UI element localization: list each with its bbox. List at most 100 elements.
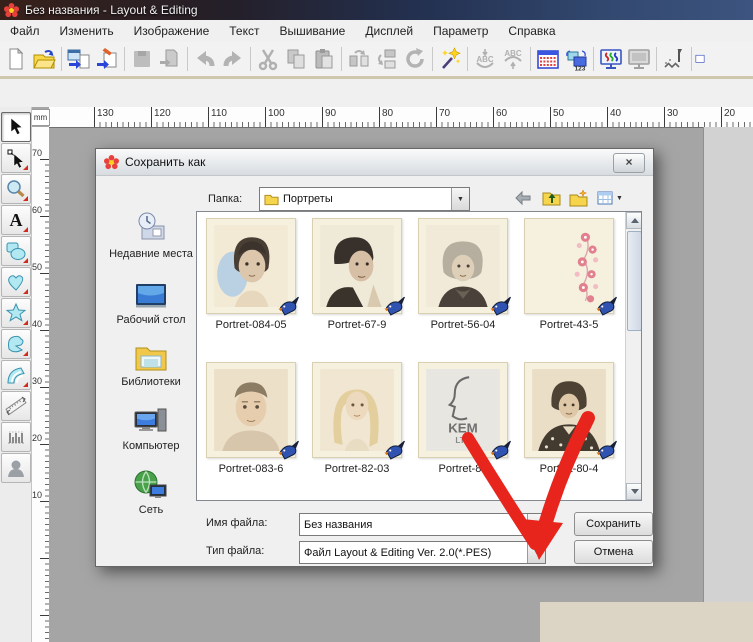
- sidebar-item-computer[interactable]: Компьютер: [106, 405, 196, 453]
- file-name: Portret-80-4: [517, 463, 621, 475]
- app-flower-icon: [4, 3, 19, 18]
- h-ruler-label: 90: [325, 108, 336, 119]
- file-item[interactable]: Portret-083-6: [199, 362, 303, 475]
- sewing-order-icon[interactable]: 123: [562, 45, 590, 73]
- flip-vertical-icon[interactable]: [373, 45, 401, 73]
- h-ruler-label: 40: [610, 108, 621, 119]
- outline-shape-tool-button[interactable]: [1, 329, 31, 359]
- new-design-icon[interactable]: [2, 45, 30, 73]
- text-tool-button[interactable]: A: [1, 205, 31, 235]
- sidebar-item-recent-places[interactable]: Недавние места: [106, 211, 196, 261]
- scroll-up-button[interactable]: [626, 212, 642, 229]
- file-item[interactable]: KEM LTD Portret-81: [411, 362, 515, 475]
- pes-bird-icon: [489, 439, 513, 460]
- menu-sew[interactable]: Вышивание: [269, 20, 355, 42]
- file-item[interactable]: Portret-56-04: [411, 218, 515, 331]
- v-ruler-label: 60: [32, 205, 42, 215]
- new-folder-button[interactable]: [569, 189, 588, 210]
- dialog-close-button[interactable]: ×: [613, 153, 645, 173]
- h-ruler-label: 20: [724, 108, 735, 119]
- measure-tool-button[interactable]: [1, 391, 31, 421]
- filename-value[interactable]: Без названия: [300, 519, 527, 531]
- cut-icon[interactable]: [254, 45, 282, 73]
- sewing-attributes-icon[interactable]: [534, 45, 562, 73]
- heart-shape-tool-button[interactable]: [1, 267, 31, 297]
- copy-icon[interactable]: [282, 45, 310, 73]
- zoom-tool-button[interactable]: [1, 174, 31, 204]
- pes-bird-icon: [277, 295, 301, 316]
- file-item[interactable]: Portret-67-9: [305, 218, 409, 331]
- sidebar-item-desktop[interactable]: Рабочий стол: [106, 281, 196, 327]
- screen-preview-icon[interactable]: [625, 45, 653, 73]
- filename-dropdown-button[interactable]: ▼: [527, 514, 545, 535]
- h-ruler-label: 110: [211, 108, 227, 119]
- import-to-layout-icon[interactable]: [65, 45, 93, 73]
- menu-option[interactable]: Параметр: [423, 20, 498, 42]
- file-item[interactable]: Portret-084-05: [199, 218, 303, 331]
- basic-shapes-tool-button[interactable]: [1, 236, 31, 266]
- realistic-view-icon[interactable]: [597, 45, 625, 73]
- new-folder-icon: [569, 189, 588, 207]
- text-fit-arc-up-icon[interactable]: ABC: [499, 45, 527, 73]
- scrollbar-thumb[interactable]: [627, 231, 642, 331]
- flyout-indicator: [23, 289, 28, 294]
- clipped-toolbar-icon[interactable]: [695, 45, 705, 73]
- menu-help[interactable]: Справка: [498, 20, 565, 42]
- star-shape-tool-button[interactable]: [1, 298, 31, 328]
- pes-bird-icon: [595, 439, 619, 460]
- paste-icon[interactable]: [310, 45, 338, 73]
- folder-dropdown-button[interactable]: ▼: [451, 188, 469, 210]
- flip-horizontal-icon[interactable]: [345, 45, 373, 73]
- menu-file[interactable]: Файл: [0, 20, 50, 42]
- export-icon[interactable]: [156, 45, 184, 73]
- scroll-down-button[interactable]: [626, 483, 642, 500]
- flyout-indicator: [23, 258, 28, 263]
- sidebar-item-network[interactable]: Сеть: [106, 469, 196, 517]
- import-image-icon[interactable]: [93, 45, 121, 73]
- menu-edit[interactable]: Изменить: [50, 20, 124, 42]
- flyout-indicator: [23, 351, 28, 356]
- redo-icon[interactable]: [219, 45, 247, 73]
- recent-places-icon: [133, 211, 169, 245]
- file-name: Portret-43-5: [517, 319, 621, 331]
- file-item[interactable]: Portret-80-4: [517, 362, 621, 475]
- point-edit-tool-button[interactable]: [1, 143, 31, 173]
- text-fit-arc-down-icon[interactable]: ABC: [471, 45, 499, 73]
- save-button[interactable]: Сохранить: [574, 512, 653, 536]
- menu-image[interactable]: Изображение: [124, 20, 220, 42]
- window-title: Без названия - Layout & Editing: [25, 3, 198, 17]
- sew-gauge-tool-button[interactable]: [1, 422, 31, 452]
- select-tool-button[interactable]: [1, 112, 31, 142]
- file-thumbnail: [312, 362, 402, 458]
- pes-bird-icon: [489, 295, 513, 316]
- up-one-level-button[interactable]: [542, 189, 561, 210]
- h-ruler-label: 120: [154, 108, 171, 119]
- filetype-dropdown-button[interactable]: ▼: [527, 542, 545, 563]
- cancel-button[interactable]: Отмена: [574, 540, 653, 564]
- filetype-combobox[interactable]: Файл Layout & Editing Ver. 2.0(*.PES) ▼: [299, 541, 546, 564]
- desktop-area: [540, 602, 753, 642]
- rotate-icon[interactable]: [401, 45, 429, 73]
- undo-icon[interactable]: [191, 45, 219, 73]
- triangle-down-icon: [631, 489, 639, 494]
- stitch-simulator-icon[interactable]: [660, 45, 688, 73]
- client-top-band: [0, 79, 753, 107]
- portrait-tool-button[interactable]: [1, 453, 31, 483]
- file-item[interactable]: Portret-43-5: [517, 218, 621, 331]
- save-icon[interactable]: [128, 45, 156, 73]
- menu-display[interactable]: Дисплей: [355, 20, 423, 42]
- file-list: Portret-084-05 Portret-67-9: [196, 211, 642, 501]
- image-to-stitch-wizard-icon[interactable]: [436, 45, 464, 73]
- file-list-scrollbar[interactable]: [625, 212, 642, 500]
- fan-shape-tool-button[interactable]: [1, 360, 31, 390]
- views-menu-button[interactable]: ▼: [597, 190, 623, 206]
- folder-combobox[interactable]: Портреты ▼: [259, 187, 470, 211]
- sidebar-item-libraries[interactable]: Библиотеки: [106, 341, 196, 389]
- filename-combobox[interactable]: Без названия ▼: [299, 513, 546, 536]
- file-item[interactable]: Portret-82-03: [305, 362, 409, 475]
- save-as-dialog: Сохранить как × Папка: Портреты ▼ ▼ Неда…: [95, 148, 654, 567]
- back-button[interactable]: [514, 189, 532, 210]
- libraries-icon: [133, 341, 169, 373]
- menu-text[interactable]: Текст: [219, 20, 269, 42]
- open-file-icon[interactable]: [30, 45, 58, 73]
